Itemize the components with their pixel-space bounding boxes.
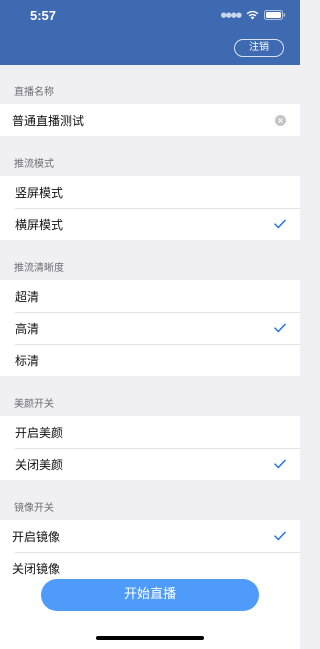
logout-button[interactable]: 注销 — [234, 39, 284, 57]
section-header-beauty: 美颜开关 — [14, 399, 54, 410]
checkmark-icon — [274, 219, 286, 229]
checkmark-icon — [274, 459, 286, 469]
start-live-button[interactable]: 开始直播 — [41, 579, 259, 611]
option-label: 关闭美颜 — [15, 457, 64, 472]
clear-icon[interactable]: × — [275, 114, 286, 126]
option-label: 竖屏模式 — [15, 185, 64, 200]
option-beauty-on[interactable]: 开启美颜 — [0, 416, 300, 448]
status-icons: ●●●● — [221, 10, 286, 20]
option-label: 高清 — [15, 321, 40, 336]
mirror-group: 开启镜像 关闭镜像 — [0, 520, 300, 579]
option-ultra-hd[interactable]: 超清 — [0, 280, 300, 312]
settings-list[interactable]: 直播名称 普通直播测试 × 推流模式 竖屏模式 横屏模式 推流清晰度 超清 高清… — [0, 65, 300, 579]
option-label: 关闭镜像 — [12, 561, 61, 576]
home-indicator — [96, 636, 204, 640]
checkmark-icon — [274, 323, 286, 333]
stream-mode-group: 竖屏模式 横屏模式 — [0, 176, 300, 240]
section-header-mirror: 镜像开关 — [14, 503, 54, 514]
beauty-group: 开启美颜 关闭美颜 — [0, 416, 300, 480]
bottom-bar: 开始直播 — [0, 579, 300, 649]
option-label: 开启镜像 — [12, 529, 61, 544]
option-portrait-mode[interactable]: 竖屏模式 — [0, 176, 300, 208]
checkmark-icon — [274, 531, 286, 541]
signal-icon: ●●●● — [220, 11, 242, 19]
section-header-name: 直播名称 — [14, 87, 54, 98]
option-label: 开启美颜 — [15, 425, 64, 440]
wifi-icon — [246, 10, 259, 20]
option-beauty-off[interactable]: 关闭美颜 — [0, 448, 300, 480]
option-sd[interactable]: 标清 — [0, 344, 300, 376]
option-hd[interactable]: 高清 — [0, 312, 300, 344]
option-mirror-off[interactable]: 关闭镜像 — [0, 552, 300, 579]
name-group: 普通直播测试 × — [0, 104, 300, 136]
navigation-bar: 5:57 ●●●● 注销 — [0, 0, 300, 65]
section-header-stream-mode: 推流模式 — [14, 159, 54, 170]
live-name-field[interactable]: 普通直播测试 × — [0, 104, 300, 136]
option-landscape-mode[interactable]: 横屏模式 — [0, 208, 300, 240]
section-header-resolution: 推流清晰度 — [14, 263, 64, 274]
option-label: 横屏模式 — [15, 217, 64, 232]
battery-icon — [264, 10, 286, 20]
live-name-value: 普通直播测试 — [12, 113, 85, 128]
option-label: 标清 — [15, 353, 40, 368]
status-time: 5:57 — [30, 8, 57, 23]
resolution-group: 超清 高清 标清 — [0, 280, 300, 376]
option-label: 超清 — [15, 289, 40, 304]
option-mirror-on[interactable]: 开启镜像 — [0, 520, 300, 552]
